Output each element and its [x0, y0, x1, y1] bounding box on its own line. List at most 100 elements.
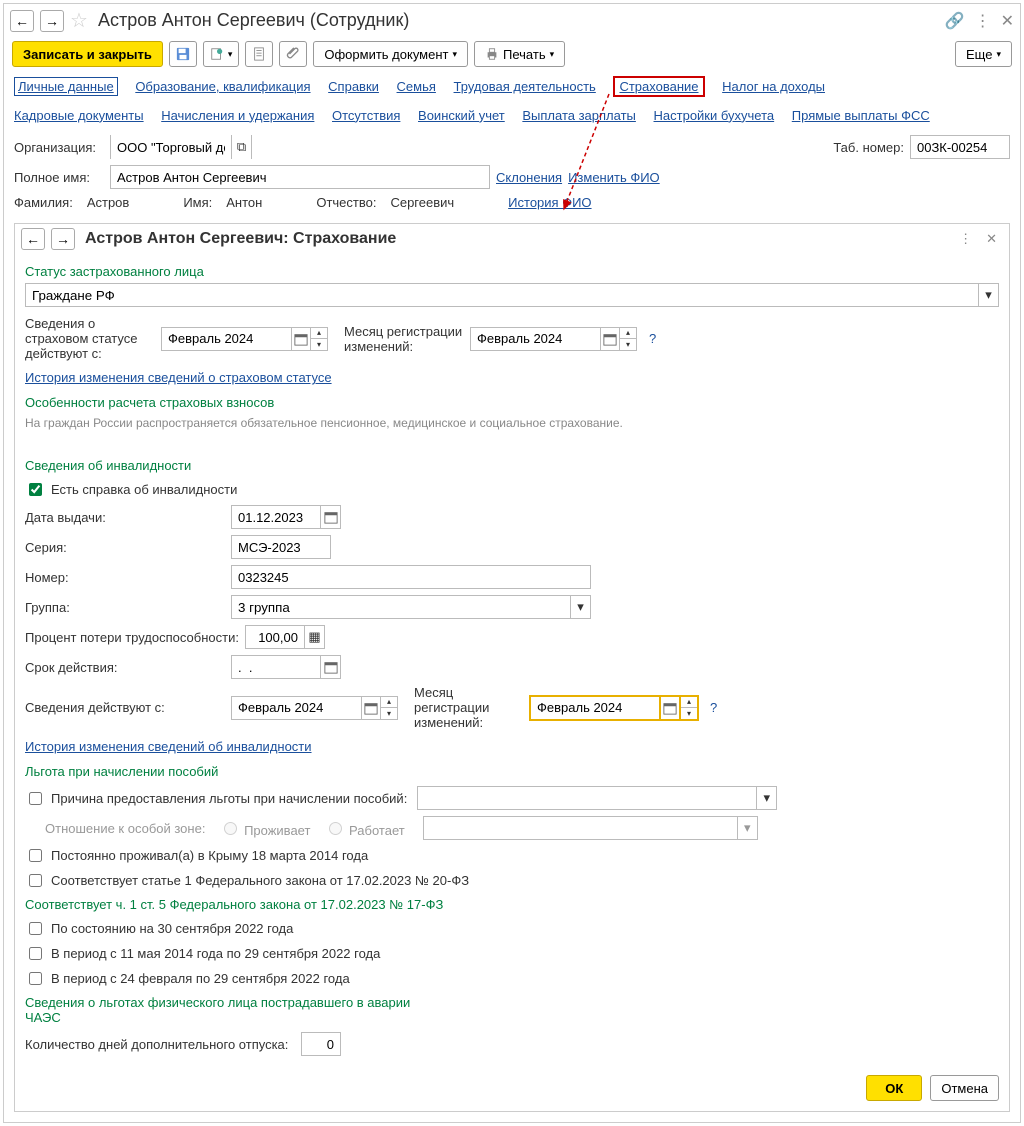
radio-works [329, 822, 342, 835]
tab-absences[interactable]: Отсутствия [332, 108, 400, 123]
benefit-reason-input[interactable] [417, 786, 757, 810]
org-open-button[interactable]: ⧉ [231, 135, 251, 159]
crimea-checkbox[interactable] [29, 849, 42, 862]
spin-down[interactable]: ▾ [381, 708, 397, 719]
calendar-icon[interactable] [361, 696, 381, 720]
insured-status-input[interactable] [25, 283, 979, 307]
tab-fss[interactable]: Прямые выплаты ФСС [792, 108, 930, 123]
benefit-reason-checkbox[interactable] [29, 792, 42, 805]
fullname-input[interactable] [110, 165, 490, 189]
status-valid-from-input[interactable] [161, 327, 291, 351]
art1-checkbox[interactable] [29, 874, 42, 887]
opt3-label: В период с 24 февраля по 29 сентября 202… [51, 971, 350, 986]
nav-back[interactable]: ← [10, 10, 34, 32]
reg-month-input[interactable] [470, 327, 600, 351]
group-dropdown[interactable]: ▾ [571, 595, 591, 619]
spin-up[interactable]: ▴ [381, 697, 397, 708]
spin-up[interactable]: ▴ [311, 328, 327, 339]
tab-accounting[interactable]: Настройки бухучета [654, 108, 775, 123]
opt3-checkbox[interactable] [29, 972, 42, 985]
reg-month2-label: Месяц регистрации изменений: [414, 685, 524, 730]
calendar-icon[interactable] [321, 505, 341, 529]
insured-status-section: Статус застрахованного лица [25, 260, 999, 283]
calendar-icon[interactable] [291, 327, 311, 351]
has-cert-checkbox[interactable] [29, 483, 42, 496]
fio-history-link[interactable]: История ФИО [508, 195, 591, 210]
benefit-reason-dropdown[interactable]: ▾ [757, 786, 777, 810]
reg-month2-input[interactable] [530, 696, 660, 720]
patr-label: Отчество: [316, 195, 376, 210]
calendar-icon[interactable] [660, 696, 680, 720]
sub-nav-forward[interactable]: → [51, 228, 75, 250]
tab-personal[interactable]: Личные данные [14, 77, 118, 96]
tab-accruals[interactable]: Начисления и удержания [161, 108, 314, 123]
sub-more-icon[interactable]: ⋮ [959, 231, 972, 247]
spin-down[interactable]: ▾ [311, 339, 327, 350]
group-input[interactable] [231, 595, 571, 619]
cancel-button[interactable]: Отмена [930, 1075, 999, 1101]
number-input[interactable] [231, 565, 591, 589]
create-document-button[interactable]: Оформить документ ▾ [313, 41, 468, 67]
opt1-checkbox[interactable] [29, 922, 42, 935]
calculator-icon[interactable]: ▦ [305, 625, 325, 649]
tab-hr-docs[interactable]: Кадровые документы [14, 108, 144, 123]
org-input[interactable] [111, 135, 231, 159]
spin-down[interactable]: ▾ [681, 708, 697, 719]
tab-military[interactable]: Воинский учет [418, 108, 505, 123]
spin-down[interactable]: ▾ [620, 339, 636, 350]
disability-history-link[interactable]: История изменения сведений об инвалиднос… [25, 739, 312, 754]
save-button[interactable] [169, 41, 197, 67]
favorite-star-icon[interactable]: ☆ [70, 8, 88, 33]
tab-salary[interactable]: Выплата зарплаты [522, 108, 636, 123]
tab-insurance[interactable]: Страхование [613, 76, 704, 97]
more-menu-icon[interactable]: ⋮ [975, 11, 991, 31]
benefit-section: Льгота при начислении пособий [25, 760, 999, 783]
validity-label: Срок действия: [25, 660, 225, 675]
document-button[interactable] [245, 41, 273, 67]
tab-references[interactable]: Справки [328, 79, 379, 94]
zone-input[interactable] [423, 816, 738, 840]
nav-forward[interactable]: → [40, 10, 64, 32]
change-fio-link[interactable]: Изменить ФИО [568, 170, 660, 185]
help-icon[interactable]: ? [649, 331, 656, 346]
validity-input[interactable] [231, 655, 321, 679]
tab-work[interactable]: Трудовая деятельность [454, 79, 596, 94]
percent-input[interactable] [245, 625, 305, 649]
sub-title: Астров Антон Сергеевич: Страхование [85, 230, 953, 248]
info-from-input[interactable] [231, 696, 361, 720]
print-button[interactable]: Печать ▾ [474, 41, 565, 67]
declensions-link[interactable]: Склонения [496, 170, 562, 185]
save-and-close-button[interactable]: Записать и закрыть [12, 41, 163, 67]
help-icon[interactable]: ? [710, 700, 717, 715]
tab-no-input[interactable] [910, 135, 1010, 159]
opt2-checkbox[interactable] [29, 947, 42, 960]
art1-label: Соответствует статье 1 Федерального зако… [51, 873, 469, 888]
sub-nav-back[interactable]: ← [21, 228, 45, 250]
art5-section: Соответствует ч. 1 ст. 5 Федерального за… [25, 893, 999, 916]
series-input[interactable] [231, 535, 331, 559]
status-history-link[interactable]: История изменения сведений о страховом с… [25, 370, 332, 385]
calendar-icon[interactable] [600, 327, 620, 351]
zone-label: Отношение к особой зоне: [45, 821, 205, 836]
extra-days-input[interactable] [301, 1032, 341, 1056]
more-button[interactable]: Еще ▾ [955, 41, 1012, 67]
opt1-label: По состоянию на 30 сентября 2022 года [51, 921, 293, 936]
close-icon[interactable]: ✕ [1001, 11, 1014, 31]
spin-up[interactable]: ▴ [620, 328, 636, 339]
ok-button[interactable]: ОК [866, 1075, 922, 1101]
attachment-button[interactable] [279, 41, 307, 67]
issue-date-input[interactable] [231, 505, 321, 529]
tab-education[interactable]: Образование, квалификация [135, 79, 310, 94]
tab-family[interactable]: Семья [397, 79, 436, 94]
tab-tax[interactable]: Налог на доходы [722, 79, 825, 94]
calendar-icon[interactable] [321, 655, 341, 679]
zone-dropdown[interactable]: ▾ [738, 816, 758, 840]
insured-status-dropdown[interactable]: ▾ [979, 283, 999, 307]
chaes-section: Сведения о льготах физического лица пост… [25, 991, 425, 1029]
radio-lives [224, 822, 237, 835]
spin-up[interactable]: ▴ [681, 697, 697, 708]
sub-close-icon[interactable]: ✕ [986, 231, 997, 247]
link-icon[interactable]: 🔗 [945, 11, 965, 31]
file-dropdown-button[interactable]: ▾ [203, 41, 240, 67]
patr-value: Сергеевич [390, 195, 454, 210]
